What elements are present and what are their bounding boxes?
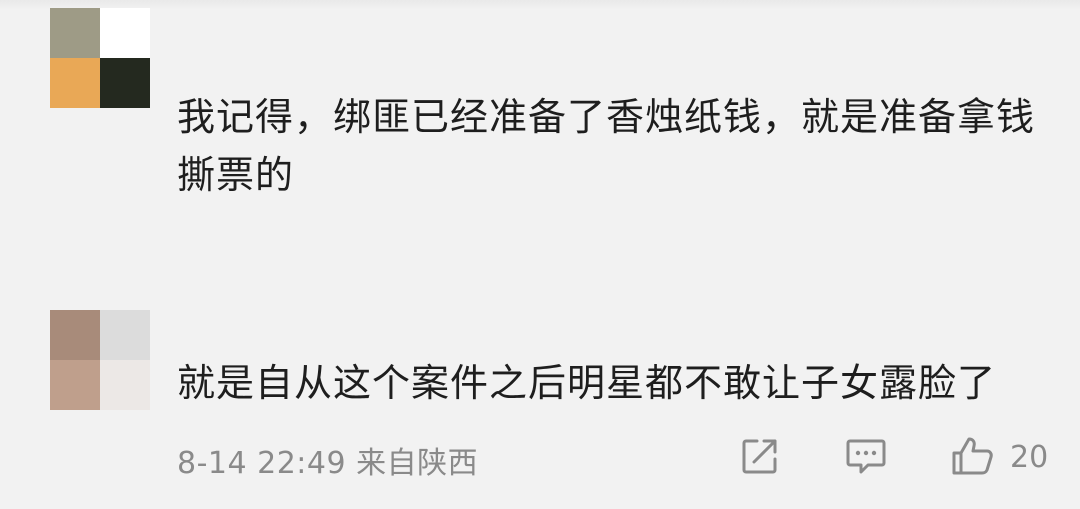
avatar-pixel <box>50 58 100 108</box>
avatar-pixel <box>50 360 100 410</box>
avatar-pixel <box>100 310 150 360</box>
avatar-pixel <box>100 8 150 58</box>
comment-location: 来自陕西 <box>356 446 479 481</box>
avatar-pixel <box>100 360 150 410</box>
thumbs-up-icon <box>952 437 993 475</box>
avatar-pixel <box>50 310 100 360</box>
comment-text: 我记得，绑匪已经准备了香烛纸钱，就是准备拿钱撕票的 <box>177 95 1036 197</box>
comment-timestamp: 8-14 22:49 来自陕西 <box>177 438 478 482</box>
comment-item: 我记得，绑匪已经准备了香烛纸钱，就是准备拿钱撕票的 <box>0 0 1080 290</box>
avatar[interactable] <box>50 8 150 108</box>
share-icon <box>742 439 777 474</box>
reply-button[interactable] <box>845 436 889 476</box>
comment-time: 8-14 22:49 <box>177 446 347 481</box>
comment-meta: 8-14 22:49 来自陕西 20 <box>177 434 1060 481</box>
comment-item: 就是自从这个案件之后明星都不敢让子女露脸了 8-14 22:49 来自陕西 20 <box>0 300 1080 509</box>
comment-text: 就是自从这个案件之后明星都不敢让子女露脸了 <box>177 361 997 405</box>
share-button[interactable] <box>740 436 784 476</box>
comment-icon <box>846 439 886 474</box>
avatar-pixel <box>50 8 100 58</box>
avatar[interactable] <box>50 310 150 410</box>
avatar-pixel <box>100 58 150 108</box>
like-button[interactable]: 20 <box>950 436 1060 476</box>
like-count: 20 <box>1010 440 1049 475</box>
